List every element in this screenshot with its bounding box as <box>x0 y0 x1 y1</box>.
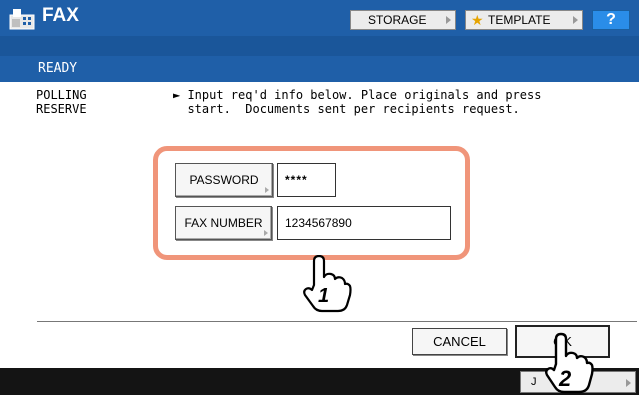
pointing-hand-icon: 2 <box>545 332 594 394</box>
password-label: PASSWORD <box>189 173 259 187</box>
instruction-text: ► Input req'd info below. Place original… <box>173 88 542 116</box>
help-button[interactable]: ? <box>592 10 630 30</box>
star-icon: ★ <box>471 12 484 28</box>
password-button[interactable]: PASSWORD <box>175 163 273 197</box>
template-label: TEMPLATE <box>488 13 551 27</box>
fax-machine-icon <box>9 9 35 30</box>
template-button[interactable]: ★ TEMPLATE <box>465 10 583 30</box>
step-1-number: 1 <box>318 285 329 307</box>
pointing-hand-icon: 1 <box>303 255 352 313</box>
fax-number-label: FAX NUMBER <box>184 216 263 230</box>
fax-number-field[interactable]: 1234567890 <box>277 206 451 240</box>
chevron-right-icon <box>446 16 451 24</box>
chevron-right-icon <box>573 16 578 24</box>
cancel-button[interactable]: CANCEL <box>412 328 507 355</box>
fax-number-button[interactable]: FAX NUMBER <box>175 206 272 240</box>
header-divider <box>0 36 639 56</box>
password-field[interactable]: **** <box>277 163 336 197</box>
status-bar <box>0 56 639 82</box>
chevron-right-icon <box>626 379 631 387</box>
status-text: READY <box>38 61 78 76</box>
storage-button[interactable]: STORAGE <box>350 10 456 30</box>
app-title: FAX <box>42 5 79 26</box>
chevron-right-icon <box>265 187 269 193</box>
divider <box>37 321 637 322</box>
mode-label: POLLING RESERVE <box>36 88 87 116</box>
chevron-right-icon <box>264 230 268 236</box>
step-2-number: 2 <box>558 366 572 391</box>
storage-label: STORAGE <box>368 13 427 27</box>
